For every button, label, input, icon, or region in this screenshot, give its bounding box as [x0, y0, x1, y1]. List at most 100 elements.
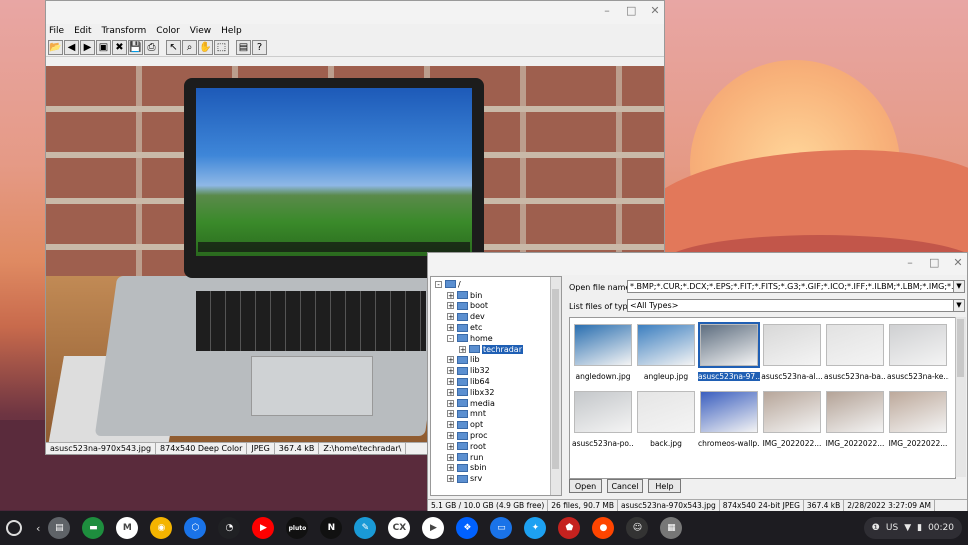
tree-folder-item[interactable]: + lib32	[433, 365, 561, 376]
back-icon[interactable]: ‹	[36, 522, 40, 535]
expand-icon[interactable]: +	[447, 324, 454, 332]
linux-app-icon[interactable]: ☺	[626, 517, 649, 539]
expand-icon[interactable]: +	[447, 432, 454, 440]
thumbnail-scrollbar[interactable]	[955, 317, 966, 477]
save-icon[interactable]: 💾	[128, 39, 143, 55]
dropbox-app-icon[interactable]: ❖	[456, 517, 479, 539]
expand-icon[interactable]: +	[447, 475, 454, 483]
thumbnail-item[interactable]: IMG_2022022...	[824, 391, 886, 448]
netflix-app-icon[interactable]: N	[320, 517, 343, 539]
close-icon[interactable]: ✕	[953, 257, 963, 269]
help-icon[interactable]: ?	[252, 39, 267, 55]
prev-icon[interactable]: ◀	[64, 39, 79, 55]
tree-folder-item[interactable]: + bin	[433, 290, 561, 301]
zoom-icon[interactable]: ⌕	[182, 39, 197, 55]
menu-view[interactable]: View	[190, 24, 211, 38]
file-type-select[interactable]: <All Types> ▼	[627, 299, 965, 312]
close-icon[interactable]: ✕	[650, 5, 660, 17]
speedtest-app-icon[interactable]: ◔	[218, 517, 241, 539]
tree-folder-item[interactable]: + lib64	[433, 376, 561, 387]
thumbnail-item[interactable]: asusc523na-ke...	[887, 324, 949, 381]
feather-app-icon[interactable]: ✎	[354, 517, 377, 539]
tree-folder-item[interactable]: + media	[433, 398, 561, 409]
open-icon[interactable]: 📂	[48, 39, 63, 55]
select-icon[interactable]: ⬚	[214, 39, 229, 55]
thumbnail-item[interactable]: asusc523na-97...	[698, 322, 760, 381]
gmail-app-icon[interactable]: M	[116, 517, 139, 539]
expand-icon[interactable]: +	[459, 345, 466, 353]
print-icon[interactable]: ⎙	[144, 39, 159, 55]
expand-icon[interactable]: +	[447, 421, 454, 429]
expand-icon[interactable]: +	[447, 399, 454, 407]
thumbnail-item[interactable]: asusc523na-po...	[572, 391, 634, 448]
slideshow-icon[interactable]: ▣	[96, 39, 111, 55]
maximize-icon[interactable]: □	[626, 5, 636, 17]
expand-icon[interactable]: +	[447, 410, 454, 418]
twitter-app-icon[interactable]: ✦	[524, 517, 547, 539]
expand-icon[interactable]: +	[447, 291, 454, 299]
tree-folder-item[interactable]: + proc	[433, 430, 561, 441]
expand-icon[interactable]: +	[447, 367, 454, 375]
crossover-app-icon[interactable]: CX	[388, 517, 411, 539]
thumbnail-item[interactable]: IMG_2022022...	[887, 391, 949, 448]
dialog-titlebar[interactable]: – □ ✕	[428, 253, 967, 275]
pluto-tv-app-icon[interactable]: pluto	[286, 517, 309, 539]
tree-folder-item[interactable]: + etc	[433, 322, 561, 333]
minimize-icon[interactable]: –	[905, 257, 915, 269]
open-button[interactable]: Open	[569, 479, 602, 493]
pointer-icon[interactable]: ↖	[166, 39, 181, 55]
expand-icon[interactable]: +	[447, 356, 454, 364]
chrome-app-icon[interactable]: ◉	[150, 517, 173, 539]
hand-icon[interactable]: ✋	[198, 39, 213, 55]
viewer-titlebar[interactable]: – □ ✕	[46, 1, 664, 24]
tree-folder-item[interactable]: + root	[433, 441, 561, 452]
thumbnail-item[interactable]: asusc523na-ba...	[824, 324, 886, 381]
tree-folder-item[interactable]: + srv	[433, 473, 561, 484]
youtube-app-icon[interactable]: ▶	[252, 517, 275, 539]
help-button[interactable]: Help	[648, 479, 681, 493]
thumbnail-item[interactable]: IMG_2022022...	[761, 391, 823, 448]
chat-app-icon[interactable]: ▬	[82, 517, 105, 539]
tree-folder-item[interactable]: + dev	[433, 311, 561, 322]
shield-app-icon[interactable]: ⬟	[558, 517, 581, 539]
thumbnail-item[interactable]: asusc523na-al...	[761, 324, 823, 381]
tree-folder-item[interactable]: + run	[433, 452, 561, 463]
expand-icon[interactable]: +	[447, 378, 454, 386]
expand-icon[interactable]: +	[447, 453, 454, 461]
messages-app-icon[interactable]: ▭	[490, 517, 513, 539]
tree-folder-item[interactable]: + mnt	[433, 409, 561, 420]
viewer-app-icon[interactable]: ▦	[660, 517, 683, 539]
play-store-app-icon[interactable]: ▶	[422, 517, 445, 539]
tree-folder-item[interactable]: + lib	[433, 355, 561, 366]
minimize-icon[interactable]: –	[602, 5, 612, 17]
thumbnail-item[interactable]: back.jpg	[635, 391, 697, 448]
expand-icon[interactable]: +	[447, 313, 454, 321]
reddit-app-icon[interactable]: ●	[592, 517, 615, 539]
expand-icon[interactable]: +	[447, 442, 454, 450]
menu-help[interactable]: Help	[221, 24, 242, 38]
menu-file[interactable]: File	[49, 24, 64, 38]
tree-folder-item[interactable]: - /	[433, 279, 561, 290]
cancel-button[interactable]: Cancel	[607, 479, 643, 493]
chevron-down-icon[interactable]: ▼	[953, 281, 964, 292]
collapse-icon[interactable]: -	[447, 334, 454, 342]
expand-icon[interactable]: +	[447, 302, 454, 310]
tree-folder-item[interactable]: - home	[433, 333, 561, 344]
files-app-icon[interactable]: ▤	[48, 517, 71, 539]
thumbnail-item[interactable]: chromeos-wallp...	[698, 391, 760, 448]
thumbnail-item[interactable]: angleup.jpg	[635, 324, 697, 381]
status-tray[interactable]: ❶ US ▼ ▮ 00:20	[863, 517, 962, 539]
open-file-name-input[interactable]: *.BMP;*.CUR;*.DCX;*.EPS;*.FIT;*.FITS;*.G…	[627, 280, 965, 293]
thumbnail-item[interactable]: angledown.jpg	[572, 324, 634, 381]
maximize-icon[interactable]: □	[929, 257, 939, 269]
properties-icon[interactable]: ▤	[236, 39, 251, 55]
chevron-down-icon[interactable]: ▼	[953, 300, 964, 311]
tree-folder-item[interactable]: + opt	[433, 419, 561, 430]
delete-icon[interactable]: ✖	[112, 39, 127, 55]
expand-icon[interactable]: +	[447, 464, 454, 472]
menu-transform[interactable]: Transform	[102, 24, 147, 38]
menu-color[interactable]: Color	[156, 24, 180, 38]
tree-folder-item[interactable]: + techradar	[433, 344, 561, 355]
next-icon[interactable]: ▶	[80, 39, 95, 55]
collapse-icon[interactable]: -	[435, 280, 442, 288]
